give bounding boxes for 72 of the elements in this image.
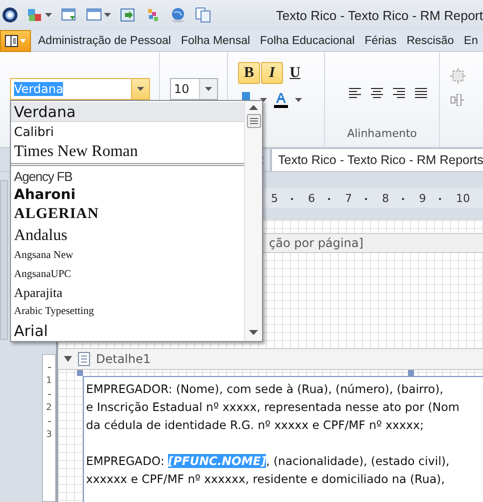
collapse-icon[interactable]: [64, 356, 72, 362]
copy-icon[interactable]: [195, 7, 211, 23]
font-option[interactable]: ALGERIAN: [11, 203, 244, 226]
font-option[interactable]: Aharoni: [11, 186, 244, 204]
font-option[interactable]: Verdana: [11, 102, 244, 122]
band-icon: [78, 352, 90, 366]
distribute-icon[interactable]: [450, 94, 466, 106]
caret-icon: [137, 87, 144, 91]
menu-tab[interactable]: Folha Mensal: [176, 34, 256, 46]
font-option[interactable]: Calibri: [11, 122, 244, 142]
cubes-icon[interactable]: [27, 7, 43, 23]
scrollbar[interactable]: [244, 101, 262, 341]
text-line: xxxxxx e CPF/MF nº xxxxxx, residente e domiciliado na (Rua),: [86, 471, 446, 488]
caret-icon: [295, 98, 302, 102]
font-size-combo[interactable]: 10: [170, 78, 218, 100]
italic-button[interactable]: I: [261, 62, 283, 84]
band-title: Detalhe1: [96, 352, 151, 366]
grip-icon[interactable]: [250, 118, 258, 124]
text-line: e Inscrição Estadual nº xxxxx, representada nesse ato por (Nom: [86, 399, 460, 416]
frame-icon[interactable]: [450, 68, 466, 84]
group-label: Alinhamento: [346, 127, 418, 140]
ruler-number: 8: [382, 192, 389, 204]
panel-icon: [4, 34, 26, 46]
caret-icon: [45, 13, 52, 17]
band-title: ção por página]: [269, 236, 364, 250]
scroll-up-icon[interactable]: [249, 105, 258, 110]
globe-icon[interactable]: [170, 7, 186, 23]
scroll-down-icon[interactable]: [249, 330, 258, 335]
caret-icon: [260, 98, 267, 102]
window-icon[interactable]: [86, 7, 102, 23]
ruler-number: 6: [308, 192, 315, 204]
text-line: da cédula de identidade R.G. nº xxxxx e CPF/MF nº xxxxx;: [86, 417, 425, 434]
document-tab[interactable]: Texto Rico - Texto Rico - RM Reports: [271, 148, 483, 171]
font-option[interactable]: Andalus: [11, 225, 244, 246]
font-option[interactable]: Aparajita: [11, 284, 244, 302]
ruler-number: 9: [419, 192, 426, 204]
font-option[interactable]: Arabic Typesetting: [11, 302, 244, 321]
font-option[interactable]: Angsana New: [11, 246, 244, 265]
resize-handle[interactable]: [408, 370, 414, 376]
ruler-number: 1: [46, 376, 52, 386]
bold-button[interactable]: B: [238, 62, 260, 84]
justify-icon[interactable]: [415, 88, 427, 98]
ruler-number: 2: [46, 403, 52, 413]
caret-icon: [205, 87, 212, 91]
align-right-icon[interactable]: [393, 88, 405, 98]
menu-tab[interactable]: Férias: [360, 34, 402, 46]
resize-handle[interactable]: [77, 370, 83, 376]
underline-button[interactable]: U: [284, 62, 306, 84]
ruler-number: 3: [46, 430, 52, 440]
align-center-icon[interactable]: [371, 88, 383, 98]
font-option[interactable]: Arial: [11, 320, 244, 342]
caret-icon: [104, 13, 111, 17]
menu-tab[interactable]: Folha Educacional: [255, 34, 360, 46]
app-orb-icon[interactable]: [2, 7, 18, 23]
align-left-icon[interactable]: [349, 88, 361, 98]
ruler-number: 10: [456, 192, 470, 204]
window-title: Texto Rico - Texto Rico - RM Report: [276, 8, 483, 22]
rich-text-box[interactable]: [83, 376, 483, 502]
menu-tab[interactable]: Rescisão: [402, 34, 459, 46]
ruler-number: 7: [345, 192, 352, 204]
text-line: EMPREGADOR: (Nome), com sede à (Rua), (número), (bairro),: [86, 381, 444, 398]
ruler-number: 5: [271, 192, 278, 204]
application-menu-button[interactable]: [0, 30, 32, 52]
font-option[interactable]: Agency FB: [11, 166, 244, 186]
font-color-icon[interactable]: [273, 92, 289, 108]
font-option[interactable]: Times New Roman: [11, 142, 244, 162]
palette-icon[interactable]: [145, 7, 161, 23]
text-line: EMPREGADO: [PFUNC.NOME], (nacionalidade), (estado civil),: [86, 453, 450, 470]
menu-tab[interactable]: Administração de Pessoal: [31, 34, 176, 46]
window-download-icon[interactable]: [61, 7, 77, 23]
font-option[interactable]: AngsanaUPC: [11, 264, 244, 284]
menu-tab[interactable]: En: [458, 34, 483, 46]
